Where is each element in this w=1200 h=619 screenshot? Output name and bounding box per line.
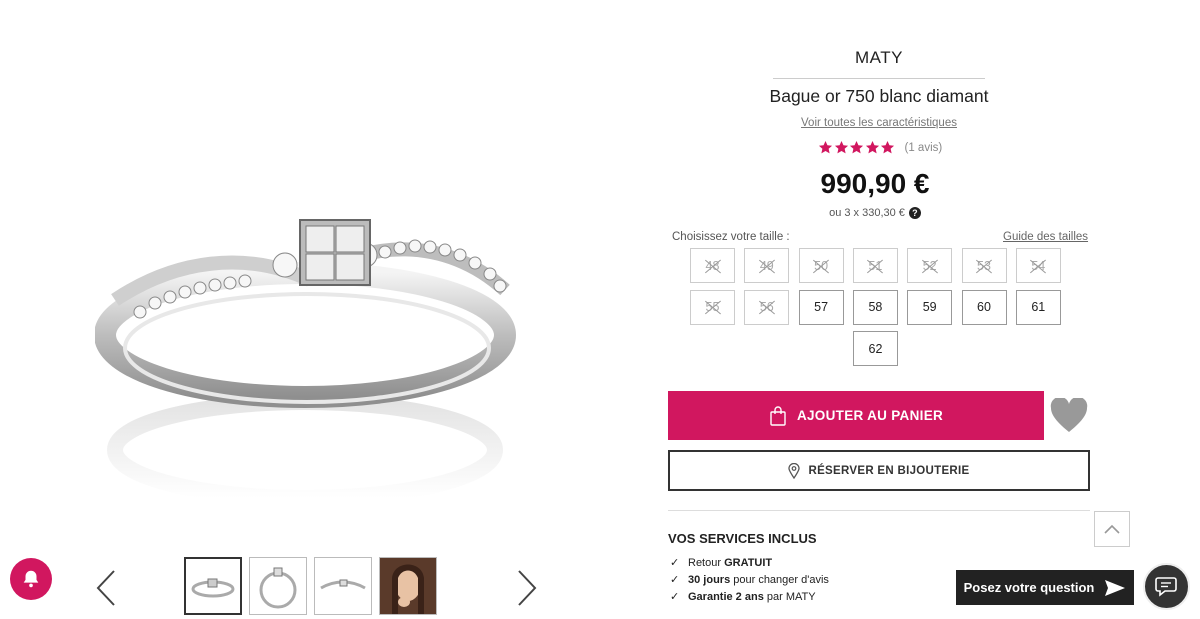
reserve-label: RÉSERVER EN BIJOUTERIE	[808, 464, 970, 477]
star-icon	[834, 140, 848, 154]
size-guide-link[interactable]: Guide des tailles	[1003, 231, 1088, 243]
size-option-57[interactable]: 57	[798, 289, 844, 325]
size-option-49: 49	[744, 248, 790, 283]
notification-bell-button[interactable]	[10, 558, 52, 600]
service-item: ✓ 30 jours pour changer d'avis	[670, 574, 829, 586]
service-item: ✓ Retour GRATUIT	[670, 557, 773, 569]
shopping-bag-icon	[770, 405, 786, 426]
size-option-60[interactable]: 60	[961, 289, 1007, 325]
wishlist-button[interactable]	[1050, 396, 1088, 434]
chevron-right-icon	[518, 570, 537, 606]
size-option-52: 52	[907, 248, 953, 283]
map-pin-icon	[788, 462, 801, 479]
size-option-53: 53	[961, 248, 1007, 283]
scroll-to-top-button[interactable]	[1094, 511, 1130, 547]
size-option-48: 48	[690, 248, 735, 283]
star-icon	[865, 140, 879, 154]
check-icon: ✓	[670, 591, 680, 603]
size-option-54: 54	[1015, 248, 1061, 283]
installment-text: ou 3 x 330,30 €	[829, 207, 905, 219]
see-specs-link[interactable]: Voir toutes les caractéristiques	[670, 117, 1088, 129]
heart-icon	[1050, 396, 1088, 432]
bell-icon	[23, 570, 39, 588]
add-to-cart-button[interactable]: AJOUTER AU PANIER	[668, 391, 1044, 440]
ask-question-label: Posez votre question	[963, 580, 1095, 595]
size-option-61[interactable]: 61	[1015, 289, 1061, 325]
chat-bubbles-icon	[1154, 576, 1177, 597]
help-icon[interactable]: ?	[908, 207, 921, 219]
gallery-thumbnail[interactable]	[249, 557, 307, 615]
product-price: 990,90 €	[820, 168, 930, 199]
chat-button[interactable]	[1143, 563, 1190, 610]
review-count[interactable]: (1 avis)	[905, 142, 943, 154]
product-title: Bague or 750 blanc diamant	[769, 86, 989, 106]
star-icon	[849, 140, 864, 154]
size-option-62[interactable]: 62	[853, 331, 898, 366]
size-label: Choisissez votre taille :	[672, 231, 790, 243]
divider	[773, 78, 985, 79]
check-icon: ✓	[670, 574, 680, 586]
rating-stars	[818, 140, 896, 155]
star-icon	[880, 140, 895, 154]
chevron-up-icon	[1104, 524, 1120, 534]
gallery-prev-button[interactable]	[92, 568, 120, 608]
size-option-56: 56	[744, 289, 790, 325]
size-option-50: 50	[798, 248, 844, 283]
reserve-in-store-button[interactable]: RÉSERVER EN BIJOUTERIE	[668, 450, 1090, 491]
ask-question-button[interactable]: Posez votre question	[956, 570, 1134, 605]
size-option-58[interactable]: 58	[852, 289, 898, 325]
size-option-59[interactable]: 59	[907, 289, 953, 325]
product-image[interactable]	[94, 180, 535, 550]
gallery-next-button[interactable]	[513, 568, 541, 608]
divider	[668, 510, 1090, 511]
services-title: VOS SERVICES INCLUS	[668, 531, 817, 546]
size-option-55: 55	[690, 289, 735, 325]
rating[interactable]: (1 avis)	[818, 140, 942, 155]
brand-name[interactable]: MATY	[670, 48, 1088, 68]
gallery-thumbnail[interactable]	[184, 557, 242, 615]
chevron-left-icon	[96, 570, 115, 606]
installment-info: ou 3 x 330,30 € ?	[670, 207, 1080, 219]
service-item: ✓ Garantie 2 ans par MATY	[670, 591, 816, 603]
gallery-thumbnail[interactable]	[314, 557, 372, 615]
check-icon: ✓	[670, 557, 680, 569]
gallery-thumbnail-model[interactable]	[379, 557, 437, 615]
size-option-51: 51	[852, 248, 898, 283]
send-icon	[1105, 579, 1126, 596]
star-icon	[818, 140, 833, 154]
add-to-cart-label: AJOUTER AU PANIER	[796, 408, 944, 423]
